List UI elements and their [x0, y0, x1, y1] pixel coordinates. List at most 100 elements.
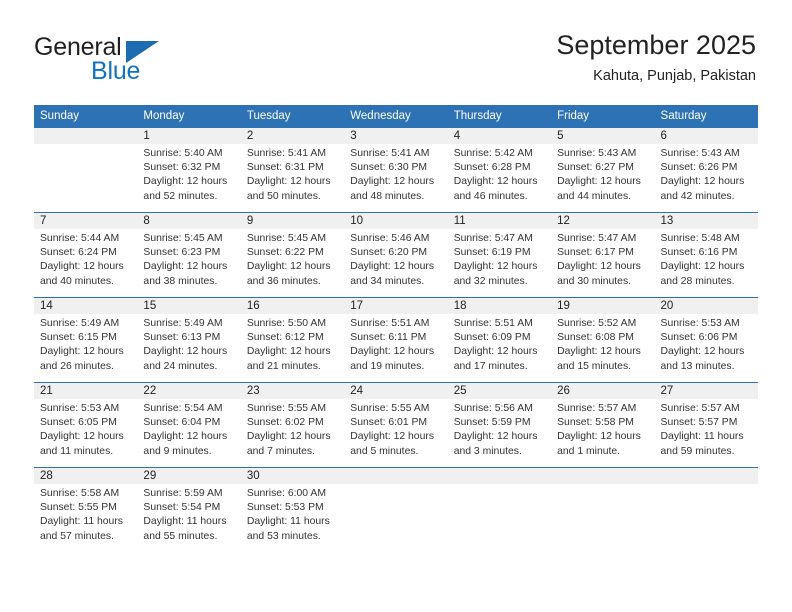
- day-detail-line: Sunset: 6:05 PM: [40, 417, 117, 429]
- day-number: 29: [137, 468, 241, 484]
- page-title: September 2025: [556, 30, 756, 60]
- calendar-day-cell-empty: [344, 467, 448, 552]
- day-number: 30: [240, 468, 345, 484]
- day-number: 24: [344, 383, 448, 399]
- day-detail-line: Sunrise: 5:48 AM: [660, 233, 740, 244]
- calendar-day-cell[interactable]: 19 Sunrise: 5:52 AM Sunset: 6:08 PM Dayligh…: [551, 297, 655, 383]
- day-number: 1: [137, 128, 241, 144]
- calendar-header-row: Sunday Monday Tuesday Wednesday Thursday Frid…: [34, 105, 758, 128]
- calendar-body: 1 Sunrise: 5:40 AM Sunset: 6:32 PM Daylight…: [34, 128, 758, 552]
- calendar-day-cell[interactable]: 30 Sunrise: 6:00 AM Sunset: 5:53 PM Dayligh…: [240, 467, 345, 552]
- calendar-day-cell[interactable]: 17 Sunrise: 5:51 AM Sunset: 6:11 PM Dayligh…: [344, 297, 448, 383]
- day-details: Sunrise: 5:43 AM Sunset: 6:26 PM Daylight:…: [655, 144, 758, 204]
- calendar-week-row: 7 Sunrise: 5:44 AM Sunset: 6:24 PM Daylight…: [34, 212, 758, 298]
- day-details: Sunrise: 5:53 AM Sunset: 6:06 PM Daylight:…: [655, 314, 758, 374]
- calendar-day-cell[interactable]: 12 Sunrise: 5:47 AM Sunset: 6:17 PM Dayligh…: [551, 212, 655, 298]
- day-detail-line: Sunrise: 5:55 AM: [350, 403, 430, 414]
- day-number: 16: [240, 298, 345, 314]
- calendar-day-cell[interactable]: 26 Sunrise: 5:57 AM Sunset: 5:58 PM Dayligh…: [551, 382, 655, 468]
- day-detail-line: and 7 minutes.: [246, 445, 316, 457]
- day-detail-line: Sunset: 6:20 PM: [350, 247, 428, 259]
- day-number: 9: [240, 213, 345, 229]
- day-detail-line: and 36 minutes.: [246, 275, 321, 287]
- calendar-day-cell[interactable]: 8 Sunrise: 5:45 AM Sunset: 6:23 PM Daylight…: [137, 212, 241, 298]
- day-details: [655, 484, 758, 487]
- day-details: Sunrise: 5:41 AM Sunset: 6:30 PM Daylight:…: [344, 144, 447, 204]
- day-detail-line: Sunset: 6:26 PM: [660, 162, 738, 174]
- day-detail-line: and 55 minutes.: [143, 530, 218, 542]
- day-detail-line: Sunset: 6:02 PM: [246, 417, 324, 429]
- calendar-day-cell[interactable]: 6 Sunrise: 5:43 AM Sunset: 6:26 PM Daylight…: [654, 128, 758, 213]
- day-detail-line: Sunset: 6:01 PM: [350, 417, 428, 429]
- day-detail-line: and 28 minutes.: [660, 275, 735, 287]
- calendar-day-cell[interactable]: 10 Sunrise: 5:46 AM Sunset: 6:20 PM Dayligh…: [344, 212, 448, 298]
- day-detail-line: Sunrise: 5:47 AM: [557, 233, 637, 244]
- day-detail-line: and 52 minutes.: [143, 190, 218, 202]
- calendar-day-cell[interactable]: 7 Sunrise: 5:44 AM Sunset: 6:24 PM Daylight…: [34, 212, 138, 298]
- day-detail-line: Daylight: 12 hours: [246, 346, 331, 358]
- calendar-day-cell[interactable]: 22 Sunrise: 5:54 AM Sunset: 6:04 PM Dayligh…: [137, 382, 241, 468]
- calendar-day-cell[interactable]: 25 Sunrise: 5:56 AM Sunset: 5:59 PM Dayligh…: [447, 382, 552, 468]
- calendar-day-cell[interactable]: 20 Sunrise: 5:53 AM Sunset: 6:06 PM Dayligh…: [654, 297, 758, 383]
- day-detail-line: and 19 minutes.: [350, 360, 425, 372]
- weekday-header-tuesday: Tuesday: [240, 105, 345, 128]
- day-number: 6: [654, 128, 758, 144]
- day-detail-line: Daylight: 12 hours: [143, 431, 228, 443]
- calendar-day-cell[interactable]: 5 Sunrise: 5:43 AM Sunset: 6:27 PM Daylight…: [551, 128, 655, 213]
- day-number: 7: [34, 213, 138, 229]
- day-detail-line: and 40 minutes.: [40, 275, 114, 287]
- day-detail-line: Sunset: 5:55 PM: [40, 502, 117, 514]
- day-detail-line: Sunrise: 5:41 AM: [246, 148, 326, 159]
- weekday-header-row: Sunday Monday Tuesday Wednesday Thursday Frid…: [34, 105, 758, 128]
- page-header: General Blue September 2025 Kahuta, Punj…: [0, 0, 792, 100]
- day-detail-line: Daylight: 12 hours: [143, 176, 228, 188]
- calendar-day-cell[interactable]: 1 Sunrise: 5:40 AM Sunset: 6:32 PM Daylight…: [137, 128, 241, 213]
- calendar-day-cell[interactable]: 2 Sunrise: 5:41 AM Sunset: 6:31 PM Daylight…: [240, 128, 345, 213]
- day-detail-line: Sunset: 6:16 PM: [660, 247, 738, 259]
- calendar-day-cell[interactable]: 14 Sunrise: 5:49 AM Sunset: 6:15 PM Dayligh…: [34, 297, 138, 383]
- day-detail-line: Sunrise: 5:51 AM: [453, 318, 533, 329]
- day-detail-line: and 57 minutes.: [40, 530, 114, 542]
- calendar-day-cell[interactable]: 4 Sunrise: 5:42 AM Sunset: 6:28 PM Daylight…: [447, 128, 552, 213]
- day-number: 27: [654, 383, 758, 399]
- day-detail-line: Sunset: 6:12 PM: [246, 332, 324, 344]
- calendar-day-cell[interactable]: 13 Sunrise: 5:48 AM Sunset: 6:16 PM Dayligh…: [654, 212, 758, 298]
- day-detail-line: Sunrise: 5:40 AM: [143, 148, 223, 159]
- day-detail-line: and 26 minutes.: [40, 360, 114, 372]
- day-detail-line: Sunset: 5:53 PM: [246, 502, 324, 514]
- day-details: Sunrise: 5:40 AM Sunset: 6:32 PM Daylight:…: [137, 144, 240, 204]
- day-detail-line: Sunset: 6:15 PM: [40, 332, 117, 344]
- day-detail-line: and 34 minutes.: [350, 275, 425, 287]
- calendar-day-cell[interactable]: 3 Sunrise: 5:41 AM Sunset: 6:30 PM Daylight…: [344, 128, 448, 213]
- day-detail-line: Daylight: 12 hours: [246, 261, 331, 273]
- calendar-day-cell[interactable]: 24 Sunrise: 5:55 AM Sunset: 6:01 PM Dayligh…: [344, 382, 448, 468]
- calendar-day-cell[interactable]: 23 Sunrise: 5:55 AM Sunset: 6:02 PM Dayligh…: [240, 382, 345, 468]
- day-detail-line: Daylight: 12 hours: [143, 346, 228, 358]
- calendar-day-cell[interactable]: 11 Sunrise: 5:47 AM Sunset: 6:19 PM Dayligh…: [447, 212, 552, 298]
- weekday-header-thursday: Thursday: [447, 105, 552, 128]
- day-detail-line: and 24 minutes.: [143, 360, 218, 372]
- day-detail-line: Sunrise: 5:43 AM: [557, 148, 637, 159]
- calendar-day-cell[interactable]: 18 Sunrise: 5:51 AM Sunset: 6:09 PM Dayligh…: [447, 297, 552, 383]
- brand-logo[interactable]: General Blue: [34, 33, 234, 85]
- calendar-week-row: 14 Sunrise: 5:49 AM Sunset: 6:15 PM Dayligh…: [34, 297, 758, 383]
- calendar-day-cell[interactable]: 21 Sunrise: 5:53 AM Sunset: 6:05 PM Dayligh…: [34, 382, 138, 468]
- calendar-day-cell[interactable]: 9 Sunrise: 5:45 AM Sunset: 6:22 PM Daylight…: [240, 212, 345, 298]
- day-number: 10: [344, 213, 448, 229]
- day-detail-line: Sunset: 6:13 PM: [143, 332, 221, 344]
- calendar-day-cell[interactable]: 29 Sunrise: 5:59 AM Sunset: 5:54 PM Dayligh…: [137, 467, 241, 552]
- calendar-day-cell[interactable]: 16 Sunrise: 5:50 AM Sunset: 6:12 PM Dayligh…: [240, 297, 345, 383]
- day-detail-line: Sunrise: 5:58 AM: [40, 488, 120, 499]
- day-number: 26: [551, 383, 655, 399]
- day-details: Sunrise: 5:56 AM Sunset: 5:59 PM Daylight:…: [448, 399, 551, 459]
- day-number: 21: [34, 383, 138, 399]
- calendar-day-cell[interactable]: 28 Sunrise: 5:58 AM Sunset: 5:55 PM Dayligh…: [34, 467, 138, 552]
- calendar-day-cell[interactable]: 27 Sunrise: 5:57 AM Sunset: 5:57 PM Dayligh…: [654, 382, 758, 468]
- calendar-day-cell[interactable]: 15 Sunrise: 5:49 AM Sunset: 6:13 PM Dayligh…: [137, 297, 241, 383]
- day-details: [344, 484, 447, 487]
- day-detail-line: Daylight: 12 hours: [557, 261, 641, 273]
- day-detail-line: Daylight: 12 hours: [660, 261, 745, 273]
- day-detail-line: Sunset: 6:08 PM: [557, 332, 634, 344]
- day-details: Sunrise: 5:51 AM Sunset: 6:09 PM Daylight:…: [448, 314, 551, 374]
- day-detail-line: Sunrise: 5:47 AM: [453, 233, 533, 244]
